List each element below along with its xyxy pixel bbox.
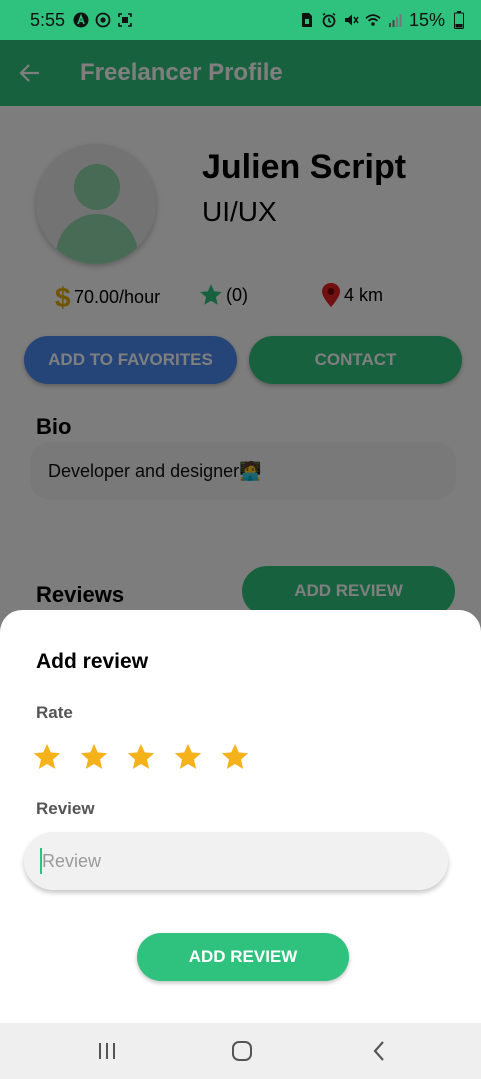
screenshot-icon bbox=[117, 12, 133, 28]
home-icon bbox=[232, 1041, 252, 1061]
text-cursor bbox=[40, 848, 42, 874]
rating-star-icon[interactable] bbox=[32, 742, 62, 772]
rating-star-icon[interactable] bbox=[173, 742, 203, 772]
sim-icon bbox=[299, 12, 315, 28]
alarm-icon bbox=[321, 12, 337, 28]
review-label: Review bbox=[36, 799, 95, 818]
a-circle-icon bbox=[73, 12, 89, 28]
rating-star-icon[interactable] bbox=[126, 742, 156, 772]
rating-stars[interactable] bbox=[32, 742, 250, 772]
sheet-title: Add review bbox=[36, 650, 149, 673]
back-nav-button[interactable] bbox=[364, 1037, 394, 1065]
recent-apps-button[interactable] bbox=[92, 1037, 122, 1065]
review-input[interactable] bbox=[24, 832, 448, 890]
mute-icon bbox=[343, 12, 359, 28]
rate-label: Rate bbox=[36, 703, 73, 722]
signal-icon bbox=[387, 12, 403, 28]
rating-star-icon[interactable] bbox=[79, 742, 109, 772]
battery-icon bbox=[451, 11, 467, 29]
whatsapp-icon bbox=[95, 12, 111, 28]
home-button[interactable] bbox=[227, 1037, 257, 1065]
status-time: 5:55 bbox=[30, 9, 66, 30]
chevron-left-icon bbox=[373, 1041, 384, 1061]
status-bar: 5:55 15% bbox=[0, 0, 481, 40]
rating-star-icon[interactable] bbox=[220, 742, 250, 772]
system-nav-bar bbox=[0, 1023, 481, 1079]
wifi-icon bbox=[365, 12, 381, 28]
submit-review-button[interactable]: ADD REVIEW bbox=[137, 933, 349, 981]
recent-apps-icon bbox=[99, 1043, 115, 1059]
add-review-sheet: Add review Rate Review ADD REVIEW bbox=[0, 610, 481, 1023]
battery-percent: 15% bbox=[408, 9, 445, 30]
